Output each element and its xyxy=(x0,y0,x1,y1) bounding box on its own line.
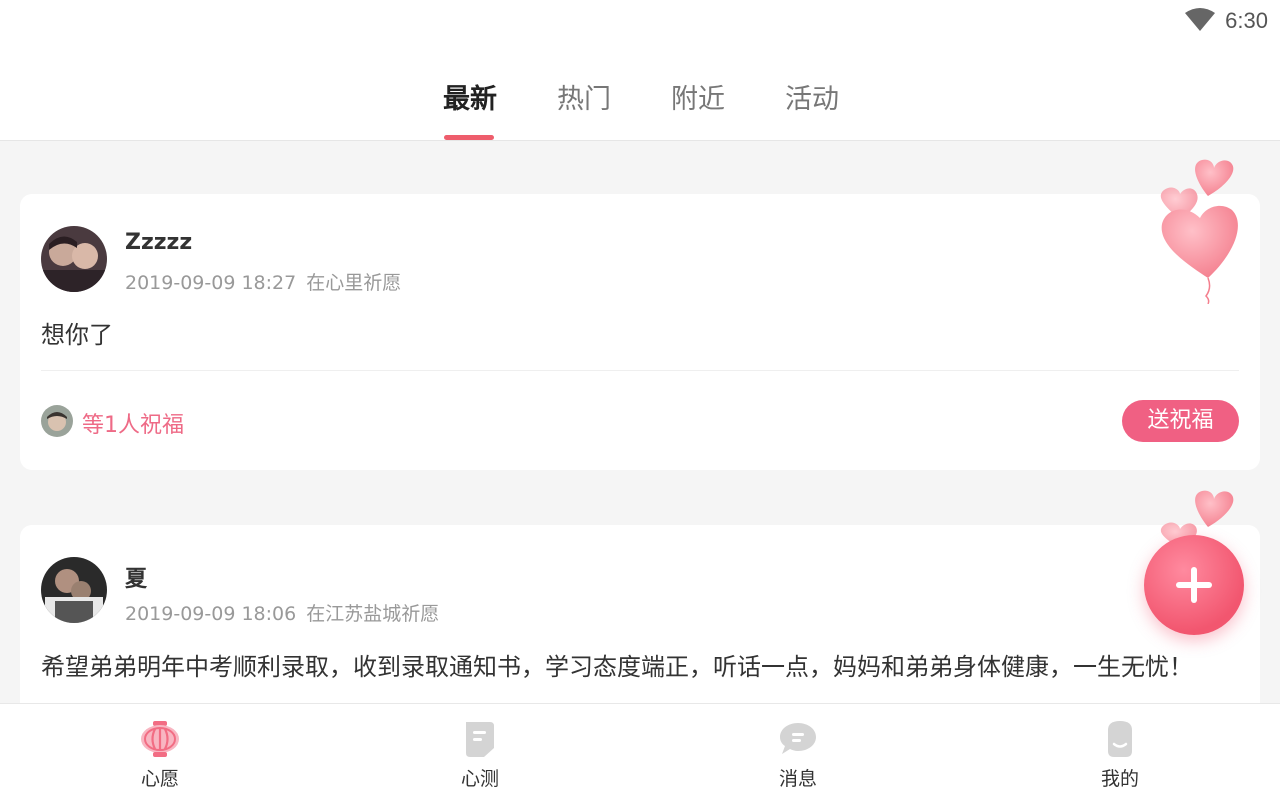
nav-item-profile[interactable]: 我的 xyxy=(1040,704,1200,800)
wish-content: 想你了 xyxy=(41,321,113,349)
bottom-nav: 心愿 心测 消息 我的 xyxy=(0,703,1280,800)
send-blessing-button[interactable]: 送祝福 xyxy=(1122,400,1239,442)
username[interactable]: Zzzzz xyxy=(125,230,192,255)
nav-label: 消息 xyxy=(778,768,817,790)
nav-item-messages[interactable]: 消息 xyxy=(718,704,878,800)
nav-label: 我的 xyxy=(1100,768,1139,790)
chat-bubble-icon xyxy=(780,723,816,754)
nav-label: 心测 xyxy=(460,768,499,790)
tab-hot[interactable]: 热门 xyxy=(557,80,611,120)
post-meta: 2019-09-09 18:06 在江苏盐城祈愿 xyxy=(125,599,439,626)
tab-nearby[interactable]: 附近 xyxy=(671,80,725,120)
plus-icon xyxy=(1176,567,1212,603)
avatar[interactable] xyxy=(41,226,107,292)
post-meta: 2019-09-09 18:27 在心里祈愿 xyxy=(125,268,401,295)
wish-content: 希望弟弟明年中考顺利录取，收到录取通知书，学习态度端正，听话一点，妈妈和弟弟身体… xyxy=(41,653,1193,681)
post-location: 在江苏盐城祈愿 xyxy=(306,603,440,625)
lantern-icon xyxy=(141,721,179,757)
status-time: 6:30 xyxy=(1225,8,1268,33)
post-location: 在心里祈愿 xyxy=(306,272,402,294)
nav-item-test[interactable]: 心测 xyxy=(400,704,560,800)
tab-events[interactable]: 活动 xyxy=(785,80,839,120)
add-wish-button[interactable] xyxy=(1144,535,1244,635)
divider xyxy=(41,370,1239,371)
top-tab-bar: 最新 热门 附近 活动 xyxy=(0,40,1280,141)
status-bar: 6:30 xyxy=(0,0,1280,40)
heart-balloons-icon xyxy=(1160,159,1238,304)
blesser-avatar xyxy=(41,405,73,437)
wish-card[interactable]: 夏 2019-09-09 18:06 在江苏盐城祈愿 希望弟弟明年中考顺利录取，收… xyxy=(20,525,1260,725)
document-icon xyxy=(466,722,494,757)
avatar[interactable] xyxy=(41,557,107,623)
nav-label: 心愿 xyxy=(140,768,179,790)
username[interactable]: 夏 xyxy=(125,561,147,593)
post-datetime: 2019-09-09 18:27 xyxy=(125,272,297,294)
nav-item-wish[interactable]: 心愿 xyxy=(80,704,240,800)
tab-latest[interactable]: 最新 xyxy=(443,80,497,120)
profile-face-icon xyxy=(1108,721,1132,757)
post-datetime: 2019-09-09 18:06 xyxy=(125,603,297,625)
active-tab-indicator xyxy=(444,135,494,140)
wish-card[interactable]: Zzzzz 2019-09-09 18:27 在心里祈愿 想你了 等1人祝福 送祝… xyxy=(20,194,1260,470)
wifi-icon xyxy=(1185,8,1215,31)
bless-count[interactable]: 等1人祝福 xyxy=(82,407,184,439)
